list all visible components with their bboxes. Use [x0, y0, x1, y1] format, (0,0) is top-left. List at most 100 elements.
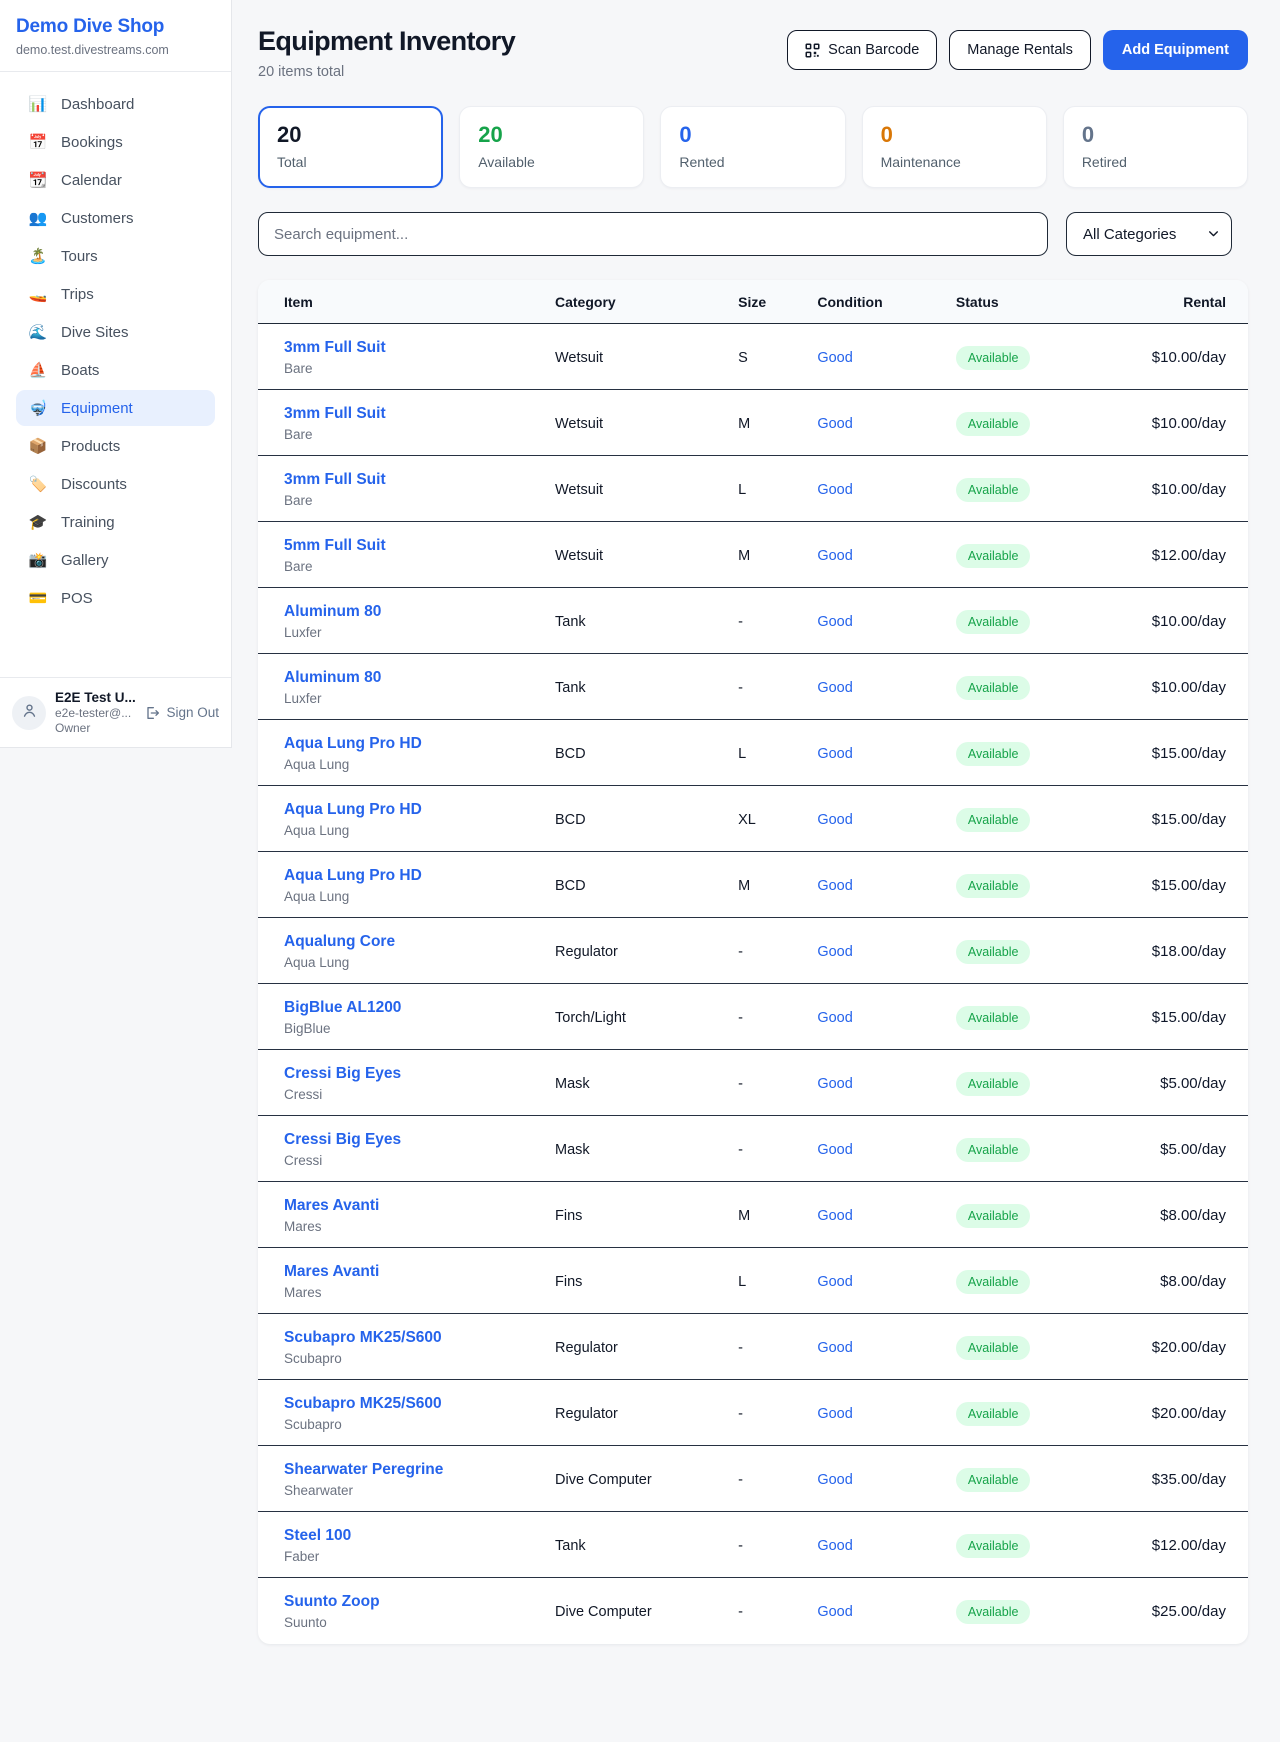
condition-link[interactable]: Good: [817, 878, 852, 894]
condition-link[interactable]: Good: [817, 548, 852, 564]
item-size: -: [738, 1314, 817, 1380]
manage-rentals-button[interactable]: Manage Rentals: [949, 30, 1091, 70]
sidebar-item-bookings[interactable]: 📅Bookings: [16, 124, 215, 160]
table-row[interactable]: 3mm Full SuitBareWetsuitLGoodAvailable$1…: [258, 456, 1248, 522]
condition-link[interactable]: Good: [817, 944, 852, 960]
sign-out-button[interactable]: Sign Out: [144, 705, 219, 721]
item-name-link[interactable]: Aluminum 80: [284, 669, 381, 686]
table-row[interactable]: Aqua Lung Pro HDAqua LungBCDXLGoodAvaila…: [258, 786, 1248, 852]
table-row[interactable]: Shearwater PeregrineShearwaterDive Compu…: [258, 1446, 1248, 1512]
customers-icon: 👥: [28, 209, 48, 227]
table-row[interactable]: Aluminum 80LuxferTank-GoodAvailable$10.0…: [258, 588, 1248, 654]
table-row[interactable]: Aqualung CoreAqua LungRegulator-GoodAvai…: [258, 918, 1248, 984]
sidebar-item-products[interactable]: 📦Products: [16, 428, 215, 464]
sidebar-item-customers[interactable]: 👥Customers: [16, 200, 215, 236]
table-row[interactable]: 3mm Full SuitBareWetsuitSGoodAvailable$1…: [258, 324, 1248, 390]
item-size: L: [738, 720, 817, 786]
table-row[interactable]: Mares AvantiMaresFinsMGoodAvailable$8.00…: [258, 1182, 1248, 1248]
condition-link[interactable]: Good: [817, 1406, 852, 1422]
condition-link[interactable]: Good: [817, 1538, 852, 1554]
condition-link[interactable]: Good: [817, 1340, 852, 1356]
table-row[interactable]: Steel 100FaberTank-GoodAvailable$12.00/d…: [258, 1512, 1248, 1578]
condition-link[interactable]: Good: [817, 812, 852, 828]
item-name-link[interactable]: Cressi Big Eyes: [284, 1131, 401, 1148]
table-row[interactable]: Cressi Big EyesCressiMask-GoodAvailable$…: [258, 1050, 1248, 1116]
item-name-link[interactable]: Aluminum 80: [284, 603, 381, 620]
item-category: Wetsuit: [555, 522, 738, 588]
item-name-link[interactable]: Steel 100: [284, 1527, 351, 1544]
sidebar-item-training[interactable]: 🎓Training: [16, 504, 215, 540]
add-equipment-button[interactable]: Add Equipment: [1103, 30, 1248, 70]
condition-link[interactable]: Good: [817, 1472, 852, 1488]
condition-link[interactable]: Good: [817, 1208, 852, 1224]
condition-link[interactable]: Good: [817, 1076, 852, 1092]
table-row[interactable]: Scubapro MK25/S600ScubaproRegulator-Good…: [258, 1380, 1248, 1446]
item-name-link[interactable]: 5mm Full Suit: [284, 537, 386, 554]
sidebar-item-gallery[interactable]: 📸Gallery: [16, 542, 215, 578]
stat-card-maintenance[interactable]: 0Maintenance: [862, 106, 1047, 188]
item-name-link[interactable]: Aqua Lung Pro HD: [284, 867, 422, 884]
stat-card-total[interactable]: 20Total: [258, 106, 443, 188]
condition-link[interactable]: Good: [817, 1010, 852, 1026]
table-row[interactable]: Cressi Big EyesCressiMask-GoodAvailable$…: [258, 1116, 1248, 1182]
item-name-link[interactable]: Mares Avanti: [284, 1197, 379, 1214]
item-name-link[interactable]: 3mm Full Suit: [284, 405, 386, 422]
stat-cards: 20Total20Available0Rented0Maintenance0Re…: [258, 106, 1248, 188]
sidebar-item-dashboard[interactable]: 📊Dashboard: [16, 86, 215, 122]
table-row[interactable]: Aqua Lung Pro HDAqua LungBCDLGoodAvailab…: [258, 720, 1248, 786]
sidebar-item-boats[interactable]: ⛵Boats: [16, 352, 215, 388]
condition-link[interactable]: Good: [817, 1274, 852, 1290]
table-row[interactable]: BigBlue AL1200BigBlueTorch/Light-GoodAva…: [258, 984, 1248, 1050]
rental-price: $15.00/day: [1109, 852, 1248, 918]
item-name-link[interactable]: 3mm Full Suit: [284, 471, 386, 488]
table-row[interactable]: 5mm Full SuitBareWetsuitMGoodAvailable$1…: [258, 522, 1248, 588]
sidebar-item-dive-sites[interactable]: 🌊Dive Sites: [16, 314, 215, 350]
item-name-link[interactable]: Aqua Lung Pro HD: [284, 801, 422, 818]
item-name-link[interactable]: Cressi Big Eyes: [284, 1065, 401, 1082]
col-header-condition: Condition: [817, 280, 956, 324]
stat-card-retired[interactable]: 0Retired: [1063, 106, 1248, 188]
item-size: -: [738, 654, 817, 720]
condition-link[interactable]: Good: [817, 1142, 852, 1158]
item-name-link[interactable]: Aqualung Core: [284, 933, 395, 950]
condition-link[interactable]: Good: [817, 416, 852, 432]
item-name-link[interactable]: Scubapro MK25/S600: [284, 1395, 442, 1412]
item-name-link[interactable]: Scubapro MK25/S600: [284, 1329, 442, 1346]
item-name-link[interactable]: Aqua Lung Pro HD: [284, 735, 422, 752]
table-row[interactable]: Aluminum 80LuxferTank-GoodAvailable$10.0…: [258, 654, 1248, 720]
table-row[interactable]: Aqua Lung Pro HDAqua LungBCDMGoodAvailab…: [258, 852, 1248, 918]
user-icon: [21, 702, 38, 724]
table-row[interactable]: Suunto ZoopSuuntoDive Computer-GoodAvail…: [258, 1578, 1248, 1644]
table-row[interactable]: Scubapro MK25/S600ScubaproRegulator-Good…: [258, 1314, 1248, 1380]
brand-name[interactable]: Demo Dive Shop: [16, 16, 215, 38]
sidebar-item-discounts[interactable]: 🏷️Discounts: [16, 466, 215, 502]
condition-link[interactable]: Good: [817, 482, 852, 498]
condition-link[interactable]: Good: [817, 680, 852, 696]
stat-card-rented[interactable]: 0Rented: [660, 106, 845, 188]
category-select[interactable]: All Categories: [1066, 212, 1232, 256]
condition-link[interactable]: Good: [817, 350, 852, 366]
item-name-link[interactable]: BigBlue AL1200: [284, 999, 401, 1016]
item-name-link[interactable]: Suunto Zoop: [284, 1593, 380, 1610]
item-category: Regulator: [555, 918, 738, 984]
item-name-link[interactable]: 3mm Full Suit: [284, 339, 386, 356]
item-name-link[interactable]: Shearwater Peregrine: [284, 1461, 443, 1478]
stat-card-available[interactable]: 20Available: [459, 106, 644, 188]
rental-price: $15.00/day: [1109, 984, 1248, 1050]
scan-barcode-button[interactable]: Scan Barcode: [787, 30, 937, 70]
item-brand: Mares: [284, 1219, 555, 1234]
sidebar-item-equipment[interactable]: 🤿Equipment: [16, 390, 215, 426]
sidebar-item-calendar[interactable]: 📆Calendar: [16, 162, 215, 198]
table-row[interactable]: 3mm Full SuitBareWetsuitMGoodAvailable$1…: [258, 390, 1248, 456]
search-input[interactable]: [258, 212, 1048, 256]
sidebar-item-tours[interactable]: 🏝️Tours: [16, 238, 215, 274]
table-row[interactable]: Mares AvantiMaresFinsLGoodAvailable$8.00…: [258, 1248, 1248, 1314]
condition-link[interactable]: Good: [817, 614, 852, 630]
status-badge: Available: [956, 610, 1031, 634]
condition-link[interactable]: Good: [817, 746, 852, 762]
sidebar-item-trips[interactable]: 🚤Trips: [16, 276, 215, 312]
item-brand: Aqua Lung: [284, 757, 555, 772]
condition-link[interactable]: Good: [817, 1604, 852, 1620]
item-name-link[interactable]: Mares Avanti: [284, 1263, 379, 1280]
sidebar-item-pos[interactable]: 💳POS: [16, 580, 215, 616]
